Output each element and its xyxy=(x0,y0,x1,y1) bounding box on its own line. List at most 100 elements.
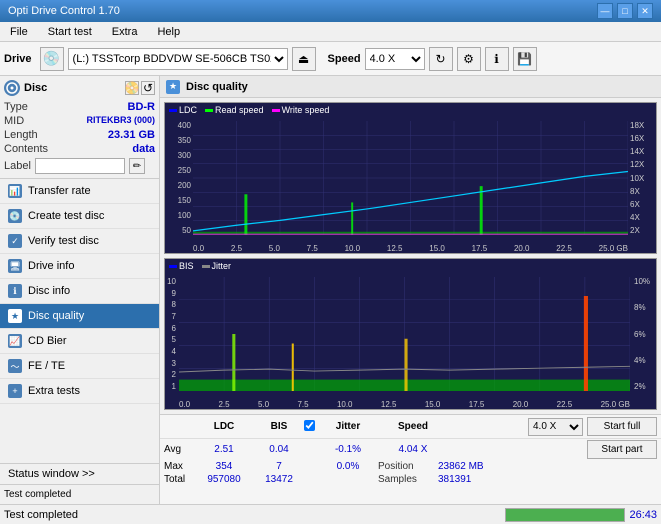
jitter-color xyxy=(202,265,210,268)
jitter-checkbox[interactable] xyxy=(304,420,315,431)
contents-label: Contents xyxy=(4,143,48,155)
verify-test-icon: ✓ xyxy=(8,234,22,248)
maximize-button[interactable]: □ xyxy=(617,3,633,19)
disc-refresh-btn[interactable]: ↺ xyxy=(141,81,155,95)
disc-length-row: Length 23.31 GB xyxy=(4,128,155,142)
save-button[interactable]: 💾 xyxy=(513,47,537,71)
menu-extra[interactable]: Extra xyxy=(106,24,144,40)
panel-title: Disc quality xyxy=(186,81,248,93)
nav-label-fe-te: FE / TE xyxy=(28,360,65,372)
eject-button[interactable]: ⏏ xyxy=(292,47,316,71)
minimize-button[interactable]: — xyxy=(597,3,613,19)
status-section: Status window >> Test completed xyxy=(0,463,159,504)
speed-dropdown[interactable]: 4.0 X xyxy=(528,418,583,436)
menu-bar: File Start test Extra Help xyxy=(0,22,661,42)
settings-button[interactable]: ⚙ xyxy=(457,47,481,71)
refresh-button[interactable]: ↻ xyxy=(429,47,453,71)
disc-mid-row: MID RITEKBR3 (000) xyxy=(4,114,155,128)
chart2-legend: BIS Jitter xyxy=(169,261,231,271)
position-label-text: Position xyxy=(378,461,414,472)
transfer-rate-icon: 📊 xyxy=(8,184,22,198)
nav-label-cd-bier: CD Bier xyxy=(28,335,67,347)
ldc-header: LDC xyxy=(194,421,254,432)
bis-label: BIS xyxy=(179,261,194,271)
panel-header: ★ Disc quality xyxy=(160,76,661,98)
drive-label: Drive xyxy=(4,53,32,65)
nav-create-test-disc[interactable]: 💿 Create test disc xyxy=(0,204,159,229)
jitter-header: Jitter xyxy=(318,421,378,432)
ldc-chart: LDC Read speed Write speed 400 350 xyxy=(164,102,657,254)
info-button[interactable]: ℹ xyxy=(485,47,509,71)
disc-type-row: Type BD-R xyxy=(4,100,155,114)
avg-bis: 0.04 xyxy=(254,444,304,455)
bis-header: BIS xyxy=(254,421,304,432)
legend-ldc: LDC xyxy=(169,105,197,115)
chart1-x-axis: 0.0 2.5 5.0 7.5 10.0 12.5 15.0 17.5 20.0… xyxy=(193,244,628,253)
nav-label-extra-tests: Extra tests xyxy=(28,385,80,397)
stats-header-row: LDC BIS Jitter Speed 4.0 X Start full xyxy=(160,415,661,439)
stats-panel: LDC BIS Jitter Speed 4.0 X Start full Av… xyxy=(160,414,661,504)
read-label: Read speed xyxy=(215,105,264,115)
nav-verify-test-disc[interactable]: ✓ Verify test disc xyxy=(0,229,159,254)
label-edit-button[interactable]: ✏ xyxy=(129,158,145,174)
label-input[interactable] xyxy=(35,158,125,174)
checkbox-col xyxy=(304,420,318,434)
total-bis: 13472 xyxy=(254,474,304,485)
chart1-svg xyxy=(193,121,628,235)
speed-header: Speed xyxy=(378,421,448,432)
main-content: Disc 📀 ↺ Type BD-R MID RITEKBR3 (000) Le… xyxy=(0,76,661,504)
disc-icon-btn[interactable]: 📀 xyxy=(125,81,139,95)
disc-quality-icon: ★ xyxy=(8,309,22,323)
status-bar: Test completed 26:43 xyxy=(0,504,661,524)
legend-bis: BIS xyxy=(169,261,194,271)
y-axis-left-2: 10 9 8 7 6 5 4 3 2 1 xyxy=(165,277,177,391)
chart2-x-axis: 0.0 2.5 5.0 7.5 10.0 12.5 15.0 17.5 20.0… xyxy=(179,400,630,409)
mid-label: MID xyxy=(4,115,24,127)
nav-label-disc-info: Disc info xyxy=(28,285,70,297)
disc-icon xyxy=(4,80,20,96)
avg-label: Avg xyxy=(164,444,194,455)
statusbar-time: 26:43 xyxy=(629,509,657,521)
progress-section: Test completed xyxy=(0,485,159,504)
nav-label-verify-test: Verify test disc xyxy=(28,235,99,247)
speed-select[interactable]: 4.0 X xyxy=(365,48,425,70)
bis-color xyxy=(169,265,177,268)
close-button[interactable]: ✕ xyxy=(637,3,653,19)
start-full-button[interactable]: Start full xyxy=(587,417,657,436)
start-part-button[interactable]: Start part xyxy=(587,440,657,459)
extra-tests-icon: + xyxy=(8,384,22,398)
menu-file[interactable]: File xyxy=(4,24,34,40)
avg-speed: 4.04 X xyxy=(378,444,448,455)
app-title: Opti Drive Control 1.70 xyxy=(8,5,120,17)
read-color xyxy=(205,109,213,112)
samples-label: Samples xyxy=(378,474,438,485)
max-jitter: 0.0% xyxy=(318,461,378,472)
disc-section-title: Disc xyxy=(24,82,47,94)
y-axis-right: 18X 16X 14X 12X 10X 8X 6X 4X 2X xyxy=(628,121,656,235)
nav-cd-bier[interactable]: 📈 CD Bier xyxy=(0,329,159,354)
right-panel: ★ Disc quality LDC Read speed xyxy=(160,76,661,504)
length-label: Length xyxy=(4,129,38,141)
disc-label-row: Label ✏ xyxy=(4,158,155,174)
nav-extra-tests[interactable]: + Extra tests xyxy=(0,379,159,404)
y-axis-right-2: 10% 8% 6% 4% 2% xyxy=(632,277,656,391)
nav-drive-info[interactable]: 🖥 Drive info xyxy=(0,254,159,279)
max-bis: 7 xyxy=(254,461,304,472)
menu-start-test[interactable]: Start test xyxy=(42,24,98,40)
menu-help[interactable]: Help xyxy=(151,24,186,40)
nav-transfer-rate[interactable]: 📊 Transfer rate xyxy=(0,179,159,204)
write-color xyxy=(272,109,280,112)
nav-fe-te[interactable]: 〜 FE / TE xyxy=(0,354,159,379)
status-window-button[interactable]: Status window >> xyxy=(0,464,159,485)
ldc-color xyxy=(169,109,177,112)
panel-header-icon: ★ xyxy=(166,80,180,94)
nav-disc-quality[interactable]: ★ Disc quality xyxy=(0,304,159,329)
window-controls: — □ ✕ xyxy=(597,3,653,19)
bis-chart: BIS Jitter 10 9 8 7 6 5 4 xyxy=(164,258,657,410)
mid-value: RITEKBR3 (000) xyxy=(86,115,155,127)
nav-disc-info[interactable]: ℹ Disc info xyxy=(0,279,159,304)
drive-select[interactable]: (L:) TSSTcorp BDDVDW SE-506CB TS02 xyxy=(68,48,288,70)
avg-row: Avg 2.51 0.04 -0.1% 4.04 X Start part xyxy=(160,439,661,460)
type-value: BD-R xyxy=(128,101,156,113)
y-axis-left: 400 350 300 250 200 150 100 50 xyxy=(165,121,193,235)
